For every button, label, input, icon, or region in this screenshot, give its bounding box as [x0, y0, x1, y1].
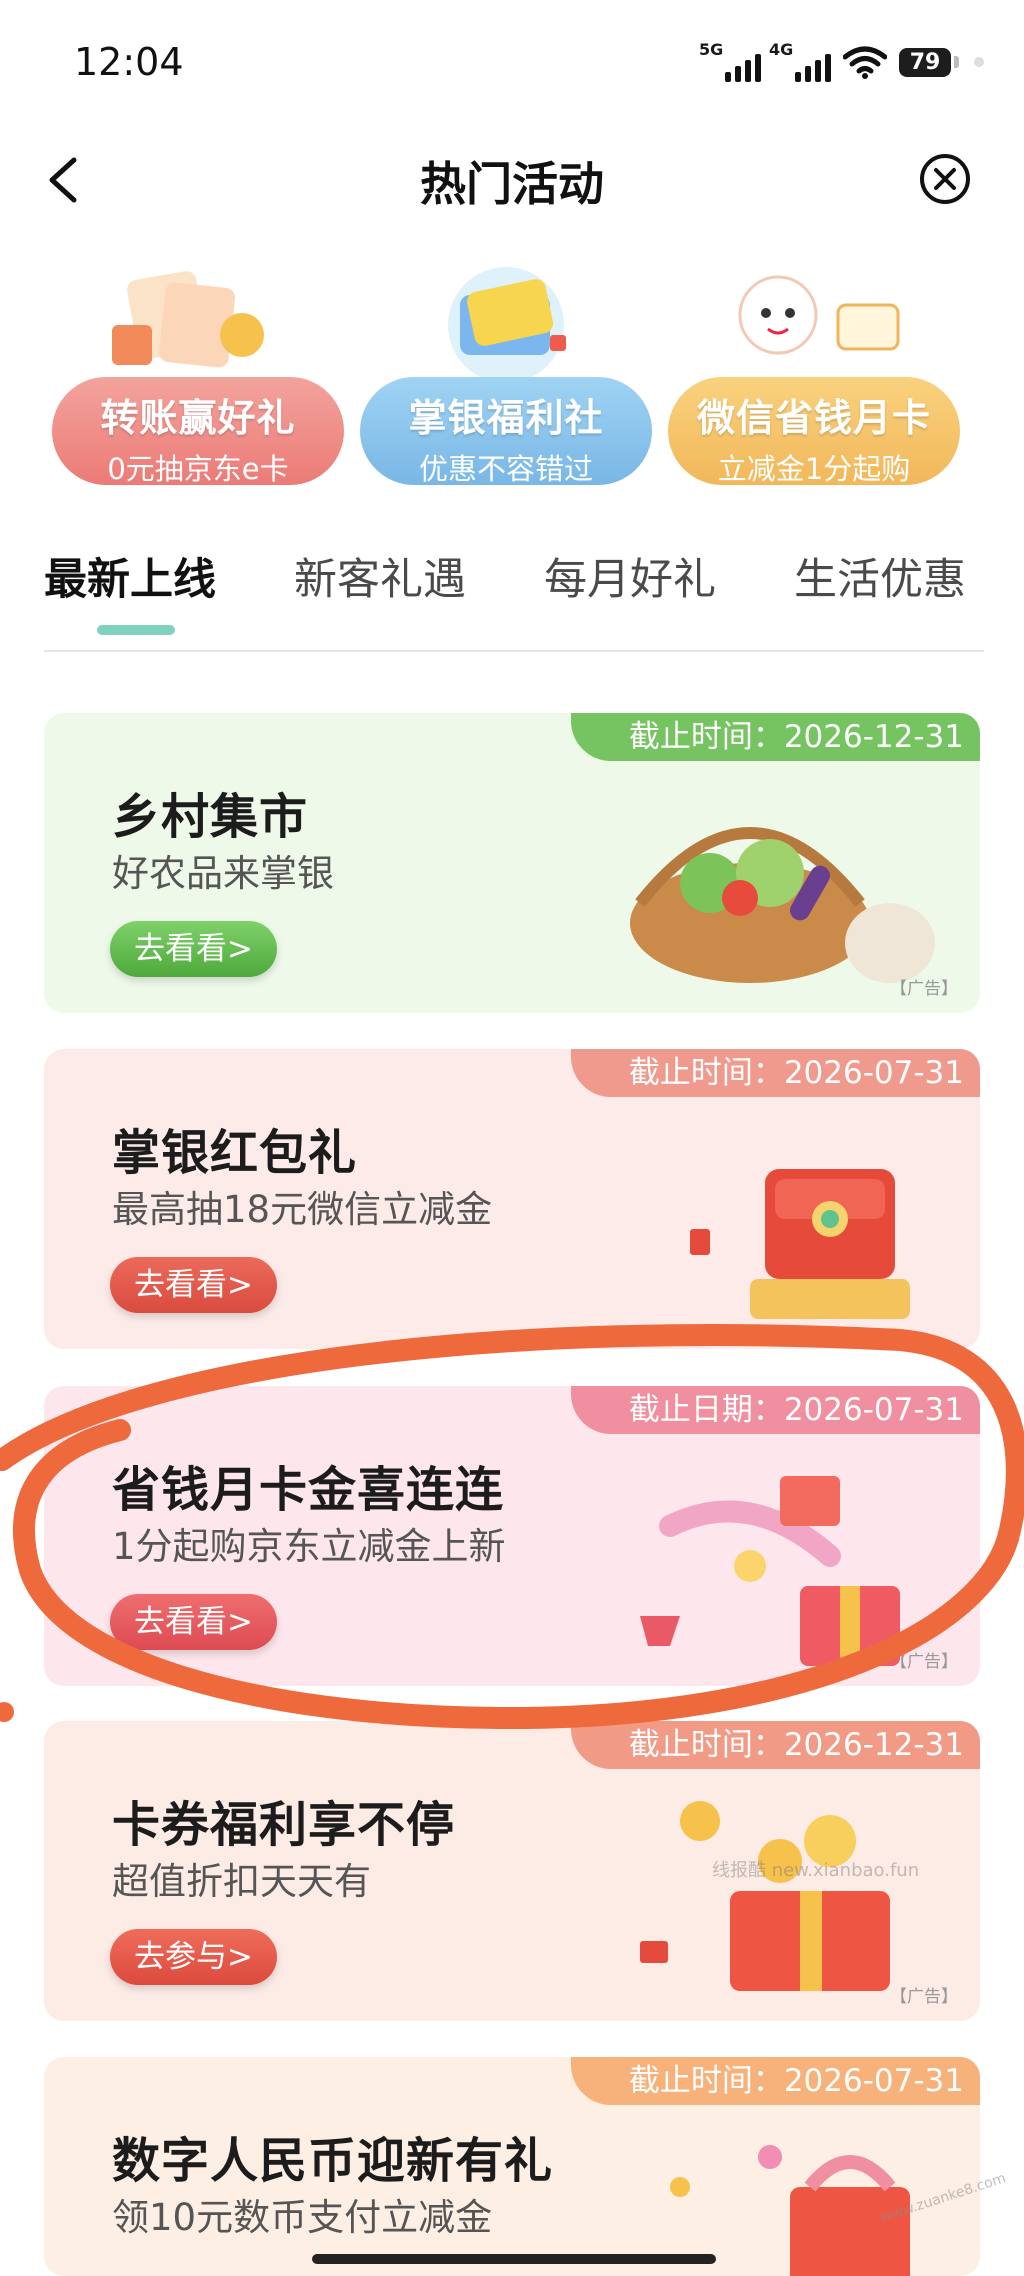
- quick-entry-title: 微信省钱月卡: [696, 396, 931, 440]
- gift-box-burst-icon: [640, 1476, 900, 1666]
- quick-entry-welfare[interactable]: 掌银福利社 优惠不容错过: [360, 265, 652, 486]
- deadline-badge: 截止时间：2026-07-31: [570, 1049, 980, 1097]
- gift-box-icon: [670, 2145, 910, 2276]
- view-button[interactable]: 去看看>: [110, 1594, 277, 1650]
- ad-label: 【广告】: [890, 979, 958, 999]
- gift-box-coins-icon: [640, 1801, 890, 1991]
- wifi-icon: [843, 46, 887, 79]
- ad-label: 【广告】: [890, 1987, 958, 2007]
- join-button[interactable]: 去参与>: [110, 1929, 277, 1985]
- quick-entry-row: 转账赢好礼 0元抽京东e卡 掌银福利社 优惠不容错过 微信省钱月卡 立减金1分起…: [52, 265, 972, 486]
- quick-entry-title: 掌银福利社: [408, 396, 604, 440]
- card-title: 数字人民币迎新有礼: [112, 2133, 554, 2189]
- quick-entry-subtitle: 立减金1分起购: [717, 452, 911, 486]
- network-5g-label: 5G: [699, 40, 724, 59]
- nav-bar: 热门活动: [0, 140, 1024, 220]
- home-indicator[interactable]: [312, 2254, 716, 2264]
- card-subtitle: 超值折扣天天有: [112, 1860, 371, 1903]
- watermark-text: 线报酷 new.xianbao.fun: [712, 1860, 920, 1881]
- battery-level: 79: [899, 47, 951, 77]
- deadline-badge: 截止日期：2026-07-31: [570, 1386, 980, 1434]
- ad-label: 【广告】: [890, 1652, 958, 1672]
- cell-signal-4g-icon: 4G: [769, 40, 831, 82]
- quick-entry-subtitle: 优惠不容错过: [418, 452, 593, 486]
- tab-life-deals[interactable]: 生活优惠: [794, 545, 966, 607]
- tab-indicator: [97, 625, 175, 635]
- vegetable-basket-icon: [630, 827, 935, 983]
- battery-icon: 79: [899, 47, 984, 77]
- cell-signal-5g-icon: 5G: [699, 40, 761, 82]
- tab-monthly-gift[interactable]: 每月好礼: [544, 545, 716, 607]
- page-title: 热门活动: [420, 157, 604, 211]
- network-4g-label: 4G: [769, 40, 794, 59]
- view-button[interactable]: 去看看>: [110, 1257, 277, 1313]
- quick-entry-subtitle: 0元抽京东e卡: [107, 452, 289, 486]
- activity-card-red-packet[interactable]: 截止时间：2026-07-31 掌银红包礼 最高抽18元微信立减金 去看看>: [44, 1049, 980, 1349]
- treasure-chest-icon: [690, 1169, 910, 1319]
- close-circle-icon[interactable]: [918, 152, 972, 206]
- quick-entry-transfer[interactable]: 转账赢好礼 0元抽京东e卡: [52, 265, 344, 486]
- card-title: 掌银红包礼: [112, 1125, 358, 1181]
- deadline-badge: 截止时间：2026-12-31: [570, 1721, 980, 1769]
- quick-entry-pill: 掌银福利社 优惠不容错过: [360, 377, 652, 486]
- view-button[interactable]: 去看看>: [110, 921, 277, 977]
- activity-card-village-market[interactable]: 截止时间：2026-12-31 乡村集市 好农品来掌银 去看看> 【广告】: [44, 713, 980, 1013]
- card-title: 卡券福利享不停: [112, 1797, 456, 1853]
- status-bar: 12:04 5G 4G 79: [0, 0, 1024, 130]
- gift-icon: [112, 271, 264, 368]
- card-title: 省钱月卡金喜连连: [112, 1462, 505, 1518]
- card-subtitle: 最高抽18元微信立减金: [112, 1188, 493, 1231]
- activity-card-digital-rmb[interactable]: 截止时间：2026-07-31 数字人民币迎新有礼 领10元数币支付立减金: [44, 2057, 980, 2276]
- tab-latest[interactable]: 最新上线: [44, 545, 216, 607]
- bank-card-icon: [448, 267, 566, 383]
- quick-entry-pill: 微信省钱月卡 立减金1分起购: [668, 377, 960, 486]
- tab-bar: 最新上线 新客礼遇 每月好礼 生活优惠: [44, 545, 984, 652]
- status-time: 12:04: [74, 40, 184, 84]
- card-subtitle: 1分起购京东立减金上新: [112, 1525, 506, 1568]
- activity-card-monthly-card[interactable]: 截止日期：2026-07-31 省钱月卡金喜连连 1分起购京东立减金上新 去看看…: [44, 1386, 980, 1686]
- tab-new-customer[interactable]: 新客礼遇: [294, 545, 466, 607]
- mascot-icon: [738, 275, 900, 355]
- quick-entry-wechat-card[interactable]: 微信省钱月卡 立减金1分起购: [668, 265, 960, 486]
- quick-entry-title: 转账赢好礼: [100, 396, 296, 440]
- card-subtitle: 领10元数币支付立减金: [112, 2196, 493, 2239]
- quick-entry-pill: 转账赢好礼 0元抽京东e卡: [52, 377, 344, 486]
- card-title: 乡村集市: [112, 789, 309, 845]
- card-subtitle: 好农品来掌银: [112, 852, 334, 895]
- deadline-badge: 截止时间：2026-12-31: [570, 713, 980, 761]
